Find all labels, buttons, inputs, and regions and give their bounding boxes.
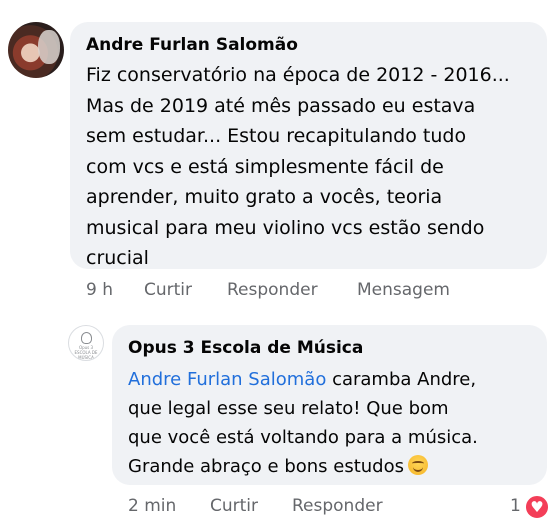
reply-text-first-line: caramba Andre, — [326, 369, 477, 390]
reply-button[interactable]: Responder — [227, 280, 318, 300]
avatar-opus3-logo[interactable]: Opus 3 ESCOLA DE MÚSICA — [68, 325, 104, 361]
reaction-count: 1 — [510, 496, 521, 516]
heart-icon — [524, 494, 550, 520]
reply-timestamp[interactable]: 2 min — [128, 496, 176, 516]
reply-reply-button[interactable]: Responder — [292, 496, 383, 516]
comment-text: Fiz conservatório na época de 2012 - 201… — [86, 64, 510, 269]
reply-like-button[interactable]: Curtir — [210, 496, 258, 516]
avatar-andre[interactable] — [8, 22, 64, 78]
like-button[interactable]: Curtir — [144, 280, 192, 300]
reply-bubble: Opus 3 Escola de Música Andre Furlan Sal… — [112, 325, 547, 485]
avatar-photo-detail — [38, 30, 60, 64]
message-button[interactable]: Mensagem — [357, 280, 450, 300]
reply-text: Andre Furlan Salomão caramba Andre, que … — [128, 365, 538, 481]
smiling-face-emoji-icon — [408, 455, 429, 475]
comment-bubble: Andre Furlan Salomão Fiz conservatório n… — [70, 22, 547, 269]
mention-link[interactable]: Andre Furlan Salomão — [128, 369, 326, 390]
reply-author-name[interactable]: Opus 3 Escola de Música — [128, 338, 363, 358]
opus3-logo-icon — [81, 332, 92, 344]
comment-author-name[interactable]: Andre Furlan Salomão — [86, 35, 298, 55]
opus3-logo-text: Opus 3 ESCOLA DE MÚSICA — [74, 345, 98, 360]
comment-timestamp[interactable]: 9 h — [86, 280, 113, 300]
